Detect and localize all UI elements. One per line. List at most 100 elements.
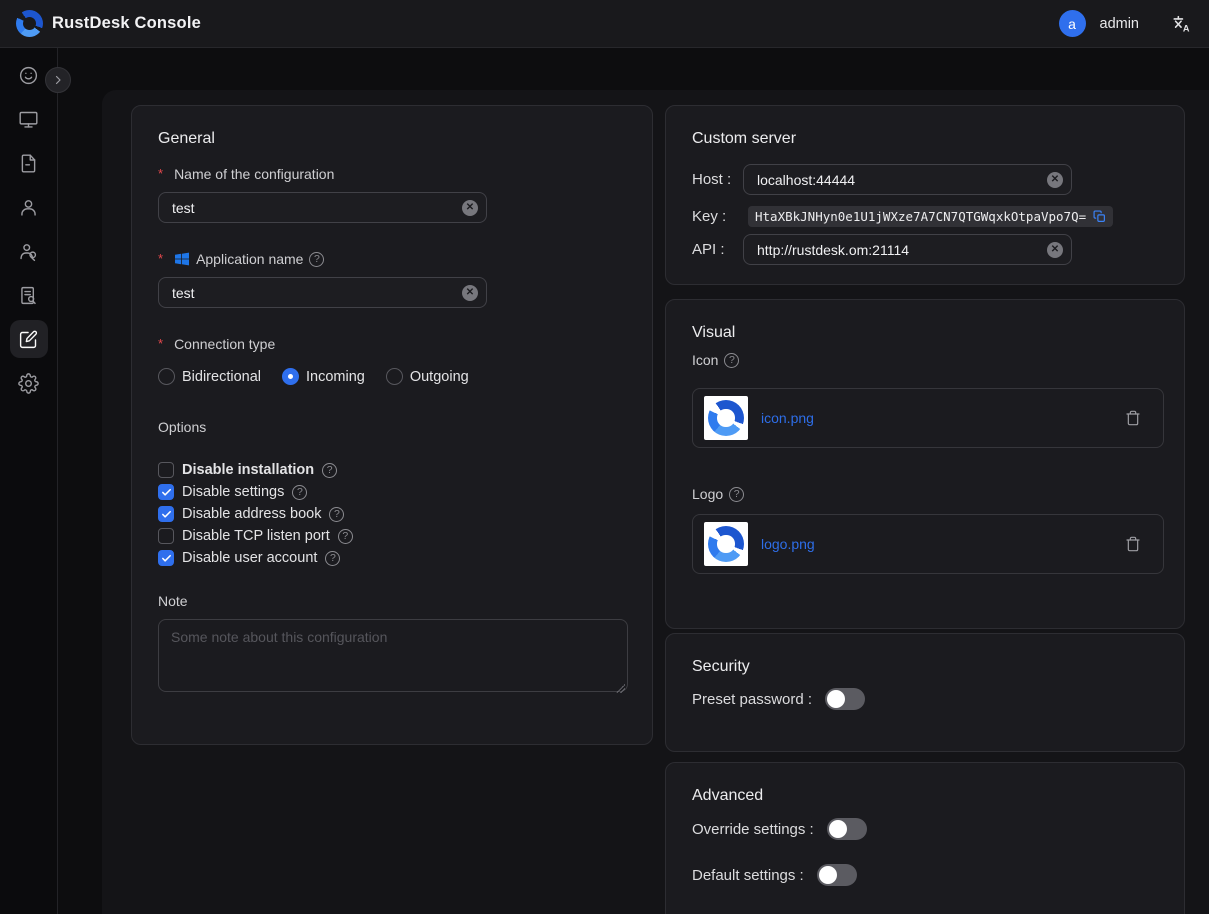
option-disable-settings: Disable settings ? [158,481,626,503]
note-textarea[interactable] [158,619,628,692]
connection-type-label: Connection type [158,336,626,352]
sidebar-item-settings[interactable] [10,364,48,402]
help-icon[interactable]: ? [329,507,344,522]
preset-password-label: Preset password : [692,691,812,708]
default-settings-row: Default settings : [692,864,1158,886]
clear-icon[interactable]: ✕ [1047,172,1063,188]
icon-file-link[interactable]: icon.png [761,410,814,426]
sidebar-item-audit[interactable] [10,276,48,314]
icon-preview [704,396,748,440]
general-card: General Name of the configuration ✕ Appl… [131,105,653,745]
delete-icon[interactable] [1125,410,1141,426]
checkbox-disable-address-book[interactable] [158,506,174,522]
checkbox-disable-tcp-listen-port[interactable] [158,528,174,544]
host-label: Host : [692,171,743,188]
override-settings-row: Override settings : [692,818,1158,840]
preset-password-toggle[interactable] [825,688,865,710]
edit-icon [18,329,39,350]
note-label: Note [158,593,626,609]
advanced-card: Advanced Override settings : Default set… [665,762,1185,914]
copy-icon[interactable] [1093,210,1106,223]
clear-icon[interactable]: ✕ [462,200,478,216]
help-icon[interactable]: ? [322,463,337,478]
visual-card: Visual Icon ? icon.png Logo ? logo.png [665,299,1185,629]
sidebar-item-users[interactable] [10,188,48,226]
delete-icon[interactable] [1125,536,1141,552]
help-icon[interactable]: ? [724,353,739,368]
api-input[interactable] [743,234,1072,265]
sidebar-expand-button[interactable] [45,67,71,93]
app-title: RustDesk Console [52,14,201,33]
host-input[interactable] [743,164,1072,195]
audit-log-icon [18,285,39,306]
radio-icon[interactable] [386,368,403,385]
key-label: Key : [692,208,743,225]
chevron-right-icon [52,74,64,86]
custom-server-card: Custom server Host : ✕ Key : HtaXBkJNHyn… [665,105,1185,285]
translate-icon[interactable]: A [1171,13,1193,35]
windows-icon [174,251,190,267]
override-settings-label: Override settings : [692,821,814,838]
override-settings-toggle[interactable] [827,818,867,840]
logo-file-link[interactable]: logo.png [761,536,815,552]
radio-icon[interactable] [158,368,175,385]
application-name-input[interactable] [158,277,487,308]
option-disable-user-account: Disable user account ? [158,547,626,569]
icon-label: Icon ? [692,352,1158,368]
checkbox-disable-settings[interactable] [158,484,174,500]
radio-icon[interactable] [282,368,299,385]
option-disable-tcp-listen-port: Disable TCP listen port ? [158,525,626,547]
icon-file-row: icon.png [692,388,1164,448]
server-key-chip: HtaXBkJNHyn0e1U1jWXze7A7CN7QTGWqxkOtpaVp… [748,206,1113,227]
api-label: API : [692,241,743,258]
sidebar [0,48,58,914]
sidebar-item-configurations[interactable] [10,320,48,358]
config-name-label: Name of the configuration [158,166,626,182]
application-name-label: Application name ? [158,251,626,267]
user-avatar[interactable]: a [1059,10,1086,37]
svg-text:A: A [1183,23,1190,33]
user-icon [18,197,39,218]
visual-title: Visual [692,324,1158,342]
rustdesk-logo-icon [16,10,43,37]
default-settings-toggle[interactable] [817,864,857,886]
checkbox-disable-user-account[interactable] [158,550,174,566]
logo-preview [704,522,748,566]
help-icon[interactable]: ? [338,529,353,544]
checkbox-disable-installation[interactable] [158,462,174,478]
rustdesk-logo-icon [708,400,744,436]
server-key-value: HtaXBkJNHyn0e1U1jWXze7A7CN7QTGWqxkOtpaVp… [755,209,1086,224]
sidebar-item-devices[interactable] [10,100,48,138]
rustdesk-logo-icon [708,526,744,562]
radio-bidirectional[interactable]: Bidirectional [158,368,261,385]
top-bar: RustDesk Console a admin A [0,0,1209,48]
smiley-icon [18,65,39,86]
logo-label: Logo ? [692,486,1158,502]
sidebar-item-groups[interactable] [10,232,48,270]
sidebar-item-dashboard[interactable] [10,56,48,94]
options-label: Options [158,419,626,435]
settings-gear-icon [18,373,39,394]
help-icon[interactable]: ? [325,551,340,566]
advanced-title: Advanced [692,787,1158,805]
user-name[interactable]: admin [1100,16,1140,32]
general-title: General [158,130,626,148]
clear-icon[interactable]: ✕ [1047,242,1063,258]
config-name-input[interactable] [158,192,487,223]
option-disable-address-book: Disable address book ? [158,503,626,525]
custom-server-title: Custom server [692,130,1158,148]
sidebar-item-documents[interactable] [10,144,48,182]
default-settings-label: Default settings : [692,867,804,884]
help-icon[interactable]: ? [729,487,744,502]
help-icon[interactable]: ? [309,252,324,267]
option-disable-installation: Disable installation ? [158,459,626,481]
security-card: Security Preset password : [665,633,1185,752]
preset-password-row: Preset password : [692,688,1158,710]
radio-outgoing[interactable]: Outgoing [386,368,469,385]
help-icon[interactable]: ? [292,485,307,500]
users-icon [18,241,39,262]
radio-incoming[interactable]: Incoming [282,368,365,385]
clear-icon[interactable]: ✕ [462,285,478,301]
monitor-icon [18,109,39,130]
file-icon [18,153,39,174]
